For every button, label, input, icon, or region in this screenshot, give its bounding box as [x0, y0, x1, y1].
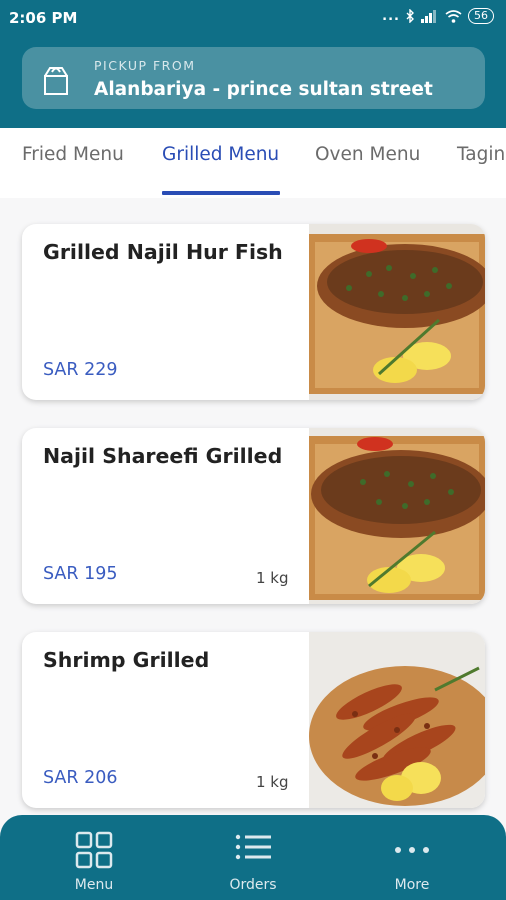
bluetooth-icon [406, 9, 414, 23]
tab-oven-menu[interactable]: Oven Menu [315, 144, 420, 165]
nav-label-more: More [394, 877, 430, 893]
status-bar: 2:06 PM ... 56 [0, 0, 506, 36]
nav-more[interactable]: More [352, 815, 472, 900]
category-tabs: Fried Menu Grilled Menu Oven Menu Tagine [0, 128, 506, 198]
shopping-bag-icon [44, 67, 68, 95]
notification-dots-icon: ... [382, 8, 400, 24]
battery-icon: 56 [468, 8, 494, 24]
tab-grilled-menu[interactable]: Grilled Menu [162, 144, 279, 165]
grid-icon [75, 831, 113, 869]
menu-item-price: SAR 195 [43, 564, 118, 584]
more-dots-icon [395, 847, 429, 853]
status-time: 2:06 PM [9, 9, 78, 27]
list-icon [235, 834, 271, 860]
menu-item-weight: 1 kg [256, 773, 289, 791]
menu-item-name: Grilled Najil Hur Fish [43, 240, 283, 264]
grilled-fish-photo [309, 224, 485, 400]
nav-label-menu: Menu [74, 877, 114, 893]
pickup-location-selector[interactable]: PICKUP FROM Alanbariya - prince sultan s… [22, 47, 485, 109]
wifi-icon [445, 9, 462, 23]
nav-menu[interactable]: Menu [34, 815, 154, 900]
menu-item-price: SAR 206 [43, 768, 118, 788]
menu-item-price: SAR 229 [43, 360, 118, 380]
pickup-location: Alanbariya - prince sultan street [94, 79, 433, 100]
status-icons: ... 56 [382, 8, 494, 24]
signal-icon [421, 9, 436, 23]
active-tab-indicator [162, 191, 280, 195]
menu-item-name: Najil Shareefi Grilled [43, 444, 283, 468]
menu-item-card[interactable]: Grilled Najil Hur Fish SAR 229 [22, 224, 485, 400]
menu-item-weight: 1 kg [256, 569, 289, 587]
grilled-fish-photo [309, 428, 485, 604]
nav-orders[interactable]: Orders [193, 815, 313, 900]
tab-tagine[interactable]: Tagine [457, 144, 506, 165]
menu-item-card[interactable]: Najil Shareefi Grilled SAR 195 1 kg [22, 428, 485, 604]
menu-item-name: Shrimp Grilled [43, 648, 210, 672]
grilled-shrimp-photo [309, 632, 485, 808]
nav-label-orders: Orders [229, 877, 277, 893]
menu-item-card[interactable]: Shrimp Grilled SAR 206 1 kg [22, 632, 485, 808]
bottom-navigation: Menu Orders More [0, 815, 506, 900]
tab-fried-menu[interactable]: Fried Menu [22, 144, 124, 165]
header: PICKUP FROM Alanbariya - prince sultan s… [0, 36, 506, 128]
pickup-caption: PICKUP FROM [94, 58, 196, 73]
